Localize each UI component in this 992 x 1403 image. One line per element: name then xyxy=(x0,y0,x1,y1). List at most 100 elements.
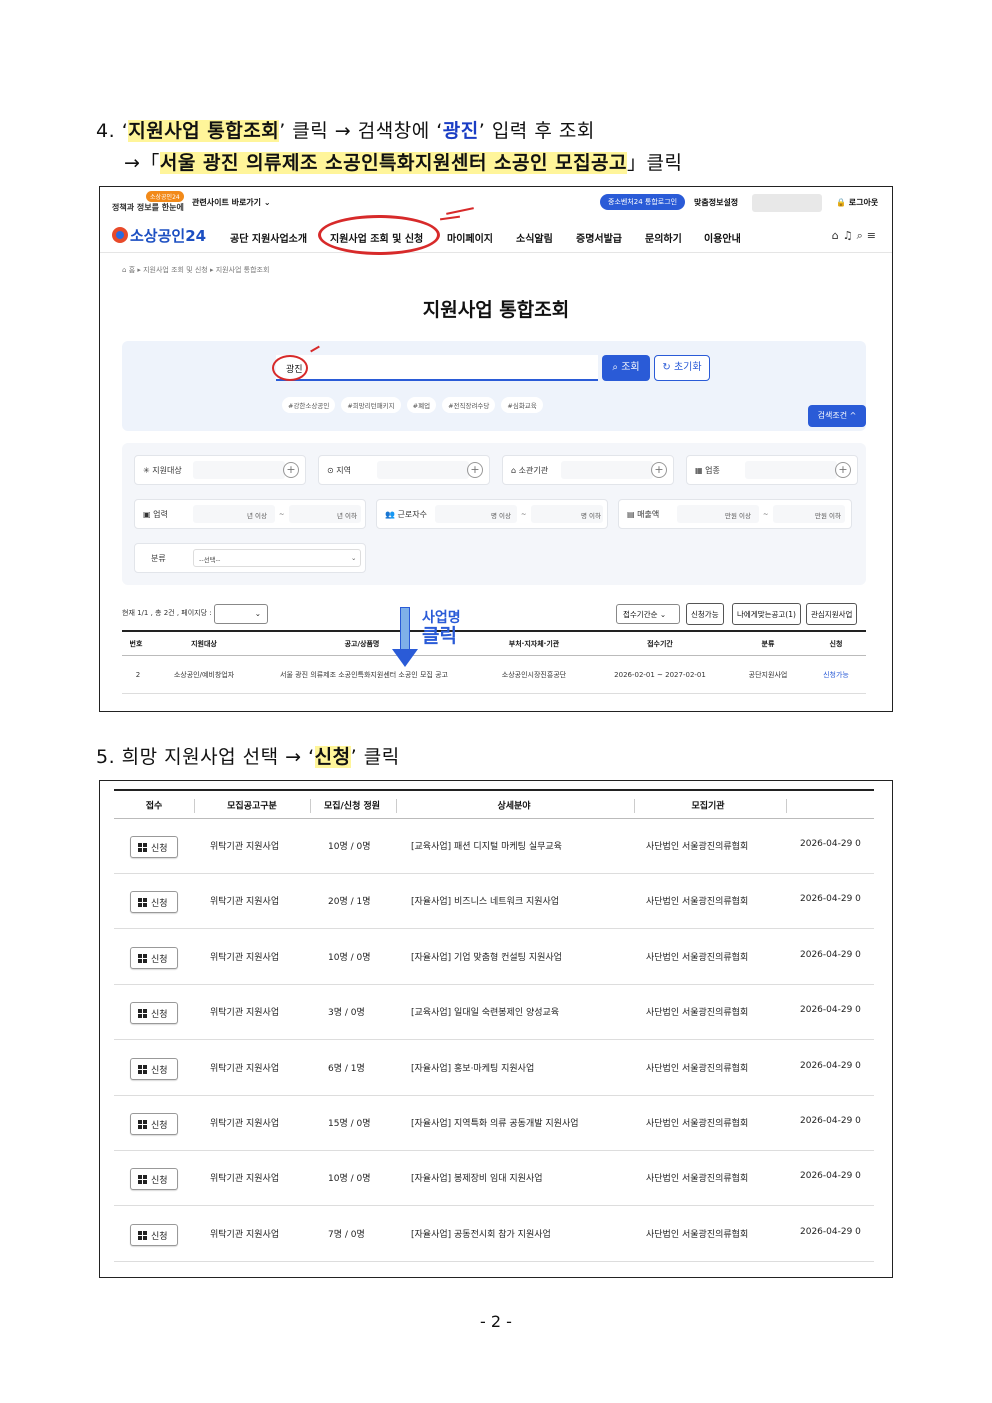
related-sites-link[interactable]: 관련사이트 바로가기 ⌄ xyxy=(192,197,271,208)
red-circle-annotation-keyword xyxy=(272,355,308,381)
page-number: - 2 - xyxy=(480,1312,512,1331)
filter-sales: ▤ 매출액 만원 이상 ~ 만원 이하 xyxy=(618,499,852,529)
bell-icon[interactable]: ♫ xyxy=(843,229,857,242)
search-panel: 광진 ⌕ 조회 ↻ 초기화 #강한소상공인 #희망리턴패키지 #폐업 #전직장려… xyxy=(122,341,866,431)
apply-button[interactable]: 신청 xyxy=(130,1223,178,1246)
filter-interest-button[interactable]: 관심지원사업 xyxy=(806,603,858,625)
apply-button[interactable]: 신청 xyxy=(130,1057,178,1080)
table-row: 신청 위탁기관 지원사업 15명 / 0명 [자율사업] 지역특화 의류 공동개발 지… xyxy=(114,1096,874,1151)
filter-available-button[interactable]: 신청가능 xyxy=(686,603,724,625)
chevron-down-icon: ⌄ xyxy=(263,198,271,207)
sort-select[interactable]: 접수기간순 ⌄ xyxy=(616,604,680,624)
apply-button[interactable]: 신청 xyxy=(130,1113,178,1135)
filter-region[interactable]: ⊙ 지역 + xyxy=(318,455,490,485)
status-link[interactable]: 신청가능 xyxy=(823,670,849,680)
highlight-apply: 신청 xyxy=(314,746,351,768)
notice-title-link[interactable]: 서울 광진 의류제조 소공인특화지원센터 소공인 모집 공고 xyxy=(280,670,448,680)
utility-bar: 소상공인24 정책과 정보를 한눈에 관련사이트 바로가기 ⌄ 중소벤처24 통… xyxy=(100,187,892,217)
red-tick-annotation xyxy=(310,345,320,353)
filter-agency[interactable]: ⌂ 소관기관 + xyxy=(502,455,674,485)
nav-mypage[interactable]: 마이페이지 xyxy=(447,230,493,245)
filter-panel: ✳ 지원대상 + ⊙ 지역 + ⌂ 소관기관 + ▦ 업종 + ▣ 업력 년 이상 ~ 년 이… xyxy=(122,443,866,585)
step-5-instruction: 5. 희망 지원사업 선택 → ‘신청’ 클릭 xyxy=(96,746,400,768)
lock-icon: 🔒 xyxy=(836,198,846,207)
page-size-select[interactable]: ⌄ xyxy=(214,604,268,624)
plus-icon[interactable]: + xyxy=(835,462,851,478)
logo-mark-icon xyxy=(112,227,128,243)
down-arrow-icon xyxy=(392,607,418,667)
tag-item[interactable]: #폐업 xyxy=(406,397,437,413)
apply-button[interactable]: 신청 xyxy=(130,836,178,858)
nav-guide[interactable]: 이용안내 xyxy=(704,230,741,245)
nav-inquiry[interactable]: 문의하기 xyxy=(645,230,682,245)
home-icon[interactable]: ⌂ xyxy=(122,266,126,274)
search-button[interactable]: ⌕ 조회 xyxy=(602,355,650,381)
keyword-tags: #강한소상공인 #희망리턴패키지 #폐업 #전직장려수당 #심화교육 xyxy=(282,397,543,413)
step-4-instruction: 4. ‘지원사업 통합조회’ 클릭 → 검색창에 ‘광진’ 입력 후 조회 xyxy=(96,120,595,142)
chevron-down-icon: ⌄ xyxy=(254,609,261,618)
nav-icons: ⌂♫⌕≡ xyxy=(832,229,880,243)
table-row: 신청 위탁기관 지원사업 3명 / 0명 [교육사업] 일대일 숙련봉제인 양성교육 사… xyxy=(114,985,874,1041)
grid-icon xyxy=(138,1175,147,1185)
filter-for-me-button[interactable]: 나에게맞는공고(1) xyxy=(732,603,801,625)
tag-item[interactable]: #강한소상공인 xyxy=(282,397,336,413)
program-table-header: 접수 모집공고구분 모집/신청 정원 상세분야 모집기관 xyxy=(114,789,874,819)
highlight-integrated-search: 지원사업 통합조회 xyxy=(128,120,280,142)
result-summary: 현재 1/1 , 총 2건 , 페이지당 : 10 xyxy=(122,609,223,617)
store-icon[interactable]: ⌂ xyxy=(832,229,843,242)
keyword-gwangjin: 광진 xyxy=(442,120,479,142)
reset-button[interactable]: ↻ 초기화 xyxy=(654,355,710,381)
screenshot-program-list: 접수 모집공고구분 모집/신청 정원 상세분야 모집기관 신청 위탁기관 지원사업… xyxy=(99,780,893,1278)
grid-icon xyxy=(138,843,147,852)
grid-icon xyxy=(138,898,147,908)
apply-button[interactable]: 신청 xyxy=(130,946,178,969)
plus-icon[interactable]: + xyxy=(651,462,667,478)
main-nav: 소상공인24 공단 지원사업소개 지원사업 조회 및 신청 마이페이지 소식알림… xyxy=(100,223,892,253)
apply-button[interactable]: 신청 xyxy=(130,891,178,914)
nav-support-intro[interactable]: 공단 지원사업소개 xyxy=(230,230,307,245)
plus-icon[interactable]: + xyxy=(283,462,299,478)
table-row: 2 소상공인/예비창업자 서울 광진 의류제조 소공인특화지원센터 소공인 모집… xyxy=(122,656,866,694)
filter-target[interactable]: ✳ 지원대상 + xyxy=(134,455,306,485)
table-row: 신청 위탁기관 지원사업 10명 / 0명 [자율사업] 기업 맞춤형 컨설팅 지원사… xyxy=(114,930,874,985)
filter-employees: 👥 근로자수 명 이상 ~ 명 이하 xyxy=(376,499,608,529)
refresh-icon: ↻ xyxy=(662,362,671,373)
grid-icon xyxy=(138,1064,147,1074)
grid-icon xyxy=(138,1009,147,1019)
site-logo[interactable]: 소상공인24 xyxy=(112,225,206,246)
table-row: 신청 위탁기관 지원사업 7명 / 0명 [자율사업] 공동전시회 참가 지원사업 사단… xyxy=(114,1207,874,1262)
filter-industry[interactable]: ▦ 업종 + xyxy=(686,455,858,485)
step-4-instruction-line2: →「서울 광진 의류제조 소공인특화지원센터 소공인 모집공고」클릭 xyxy=(124,152,683,174)
logout-link[interactable]: 🔒 로그아웃 xyxy=(836,197,878,208)
plus-icon[interactable]: + xyxy=(467,462,483,478)
apply-button[interactable]: 신청 xyxy=(130,1168,178,1191)
apply-button[interactable]: 신청 xyxy=(130,1002,178,1025)
nav-news[interactable]: 소식알림 xyxy=(516,230,553,245)
tag-item[interactable]: #희망리턴패키지 xyxy=(341,397,401,413)
filter-category: 분류 --선택-- ⌄ xyxy=(134,543,366,573)
grid-icon xyxy=(138,953,147,963)
search-input[interactable]: 광진 xyxy=(276,355,598,381)
tag-item[interactable]: #전직장려수당 xyxy=(442,397,496,413)
result-table-header: 번호 지원대상 공고/상품명 부처·지자체·기관 접수기간 분류 신청 xyxy=(122,630,866,656)
table-row: 신청 위탁기관 지원사업 20명 / 1명 [자율사업] 비즈니스 네트워크 지원사업… xyxy=(114,874,874,930)
tagline: 정책과 정보를 한눈에 xyxy=(112,203,184,212)
table-row: 신청 위탁기관 지원사업 10명 / 0명 [교육사업] 패션 디지털 마케팅 실무교… xyxy=(114,819,874,874)
tag-item[interactable]: #심화교육 xyxy=(501,397,543,413)
nav-certificate[interactable]: 증명서발급 xyxy=(576,230,622,245)
chevron-down-icon: ⌄ xyxy=(351,554,357,562)
table-row: 신청 위탁기관 지원사업 6명 / 1명 [자율사업] 홍보·마케팅 지원사업 사단법인… xyxy=(114,1041,874,1096)
service-badge: 소상공인24 xyxy=(146,191,184,202)
menu-icon[interactable]: ≡ xyxy=(867,229,880,242)
search-icon[interactable]: ⌕ xyxy=(857,229,867,242)
grid-icon xyxy=(138,1230,147,1240)
integrated-login-button[interactable]: 중소벤처24 통합로그인 xyxy=(600,194,686,210)
screenshot-search-page: 소상공인24 정책과 정보를 한눈에 관련사이트 바로가기 ⌄ 중소벤처24 통… xyxy=(99,186,893,712)
search-icon: ⌕ xyxy=(612,362,618,373)
search-condition-toggle[interactable]: 검색조건 ^ xyxy=(808,405,866,427)
table-row: 신청 위탁기관 지원사업 10명 / 0명 [자율사업] 봉제장비 임대 지원사업 사단… xyxy=(114,1151,874,1207)
custom-info-link[interactable]: 맞춤정보설정 xyxy=(694,197,738,208)
blurred-username xyxy=(752,194,822,212)
chevron-down-icon: ⌄ xyxy=(659,610,667,619)
page-title: 지원사업 통합조회 xyxy=(422,299,570,321)
